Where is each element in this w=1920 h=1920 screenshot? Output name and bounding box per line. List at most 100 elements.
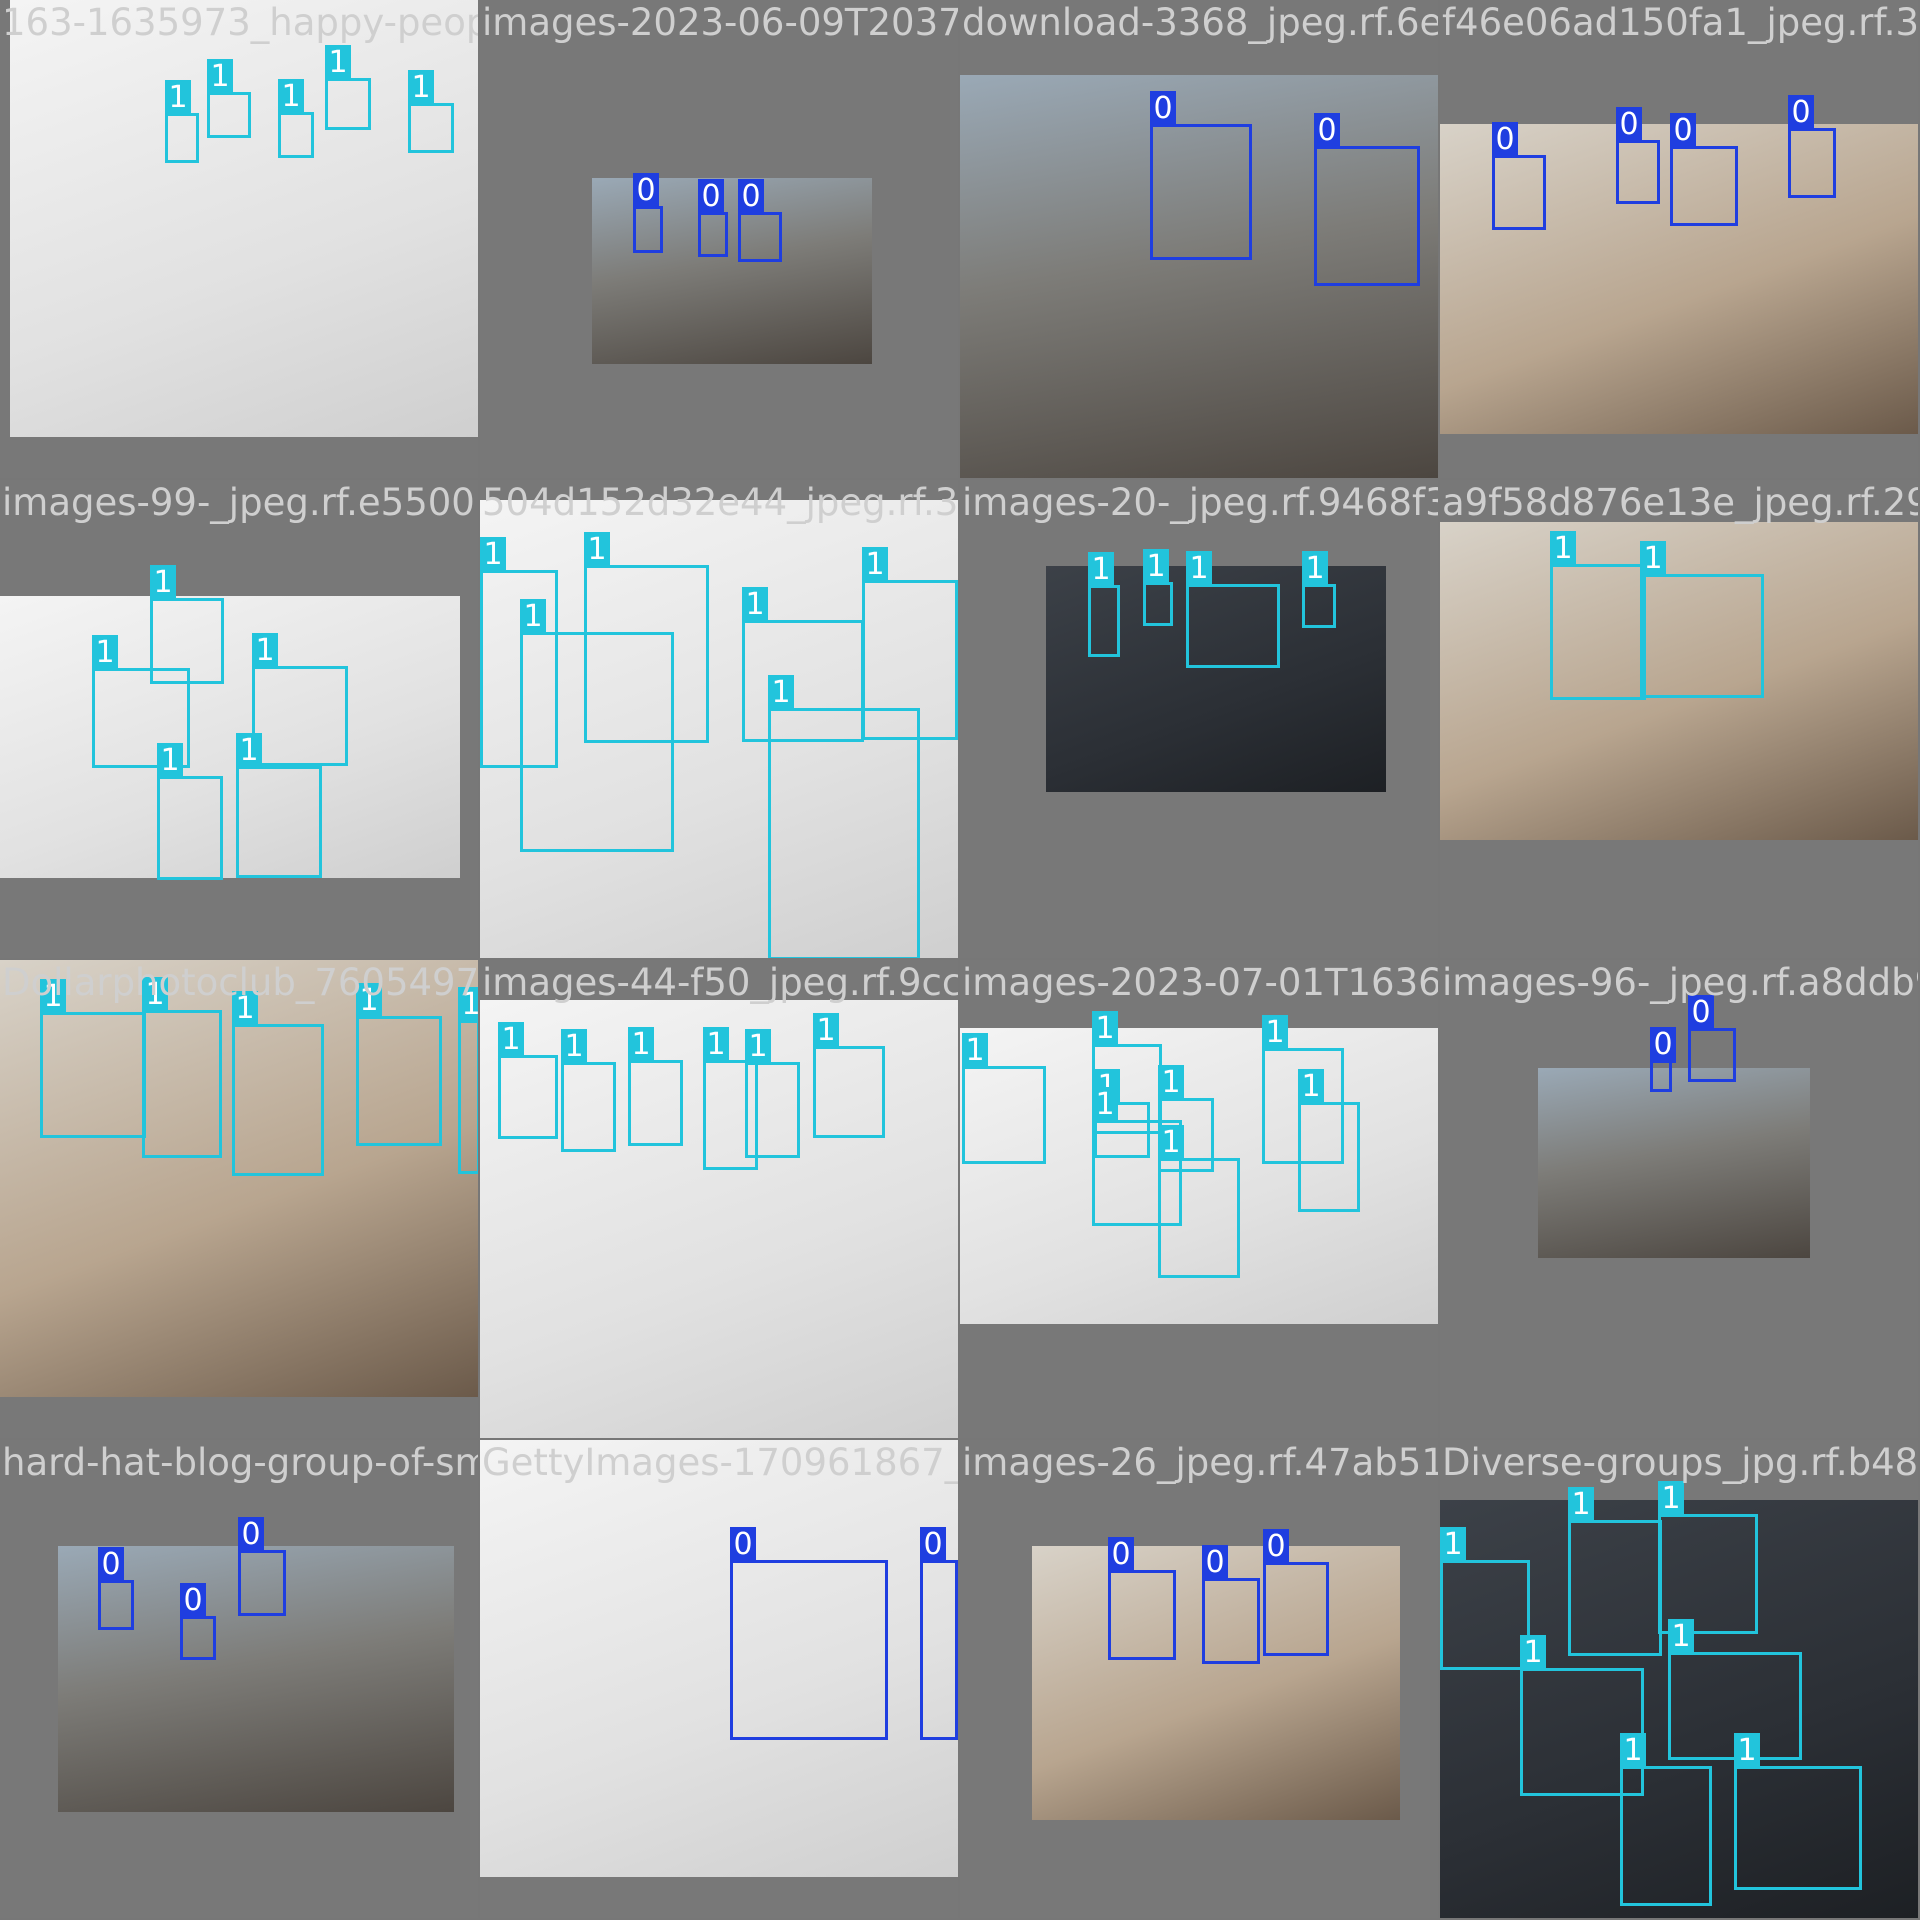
sample-tile[interactable]: a9f58d876e13e_jpeg.rf.2999c84 1 1 — [1440, 480, 1918, 958]
face-bounding-box: 1 — [1143, 549, 1173, 626]
class-label-tag: 1 — [165, 80, 191, 116]
detection-batch-grid: 163-1635973_happy-people-png-transparent… — [0, 0, 1920, 1920]
hardhat-bounding-box: 0 — [180, 1583, 216, 1660]
face-bounding-box: 1 — [1298, 1069, 1360, 1212]
class-label-tag: 1 — [1668, 1619, 1694, 1655]
face-bounding-box: 1 — [1734, 1733, 1862, 1890]
image-filename-caption: images-2023-07-01T163635-645_jpeg.rf.a8d… — [962, 961, 1438, 1004]
class-label-tag: 0 — [633, 173, 659, 209]
class-label-tag: 1 — [1520, 1635, 1546, 1671]
sample-tile[interactable]: f46e06ad150fa1_jpeg.rf.31bdb0000 — [1440, 0, 1918, 478]
image-filename-caption: download-3368_jpeg.rf.6e1b93f4e06ad150fa… — [962, 1, 1438, 44]
face-bounding-box: 1 — [207, 59, 251, 138]
face-bounding-box: 1 — [278, 79, 314, 158]
hardhat-bounding-box: 0 — [633, 173, 663, 253]
class-label-tag: 0 — [1492, 122, 1518, 158]
face-bounding-box: 1 — [325, 45, 371, 130]
image-filename-caption: f46e06ad150fa1_jpeg.rf.31bdb — [1442, 1, 1918, 44]
image-filename-caption: images-44-f50_jpeg.rf.9cc68a15fdb1e7023-… — [482, 961, 958, 1004]
class-label-tag: 1 — [1734, 1733, 1760, 1769]
face-bounding-box: 1 — [962, 1033, 1046, 1164]
class-label-tag: 1 — [745, 1029, 771, 1065]
class-label-tag: 1 — [157, 743, 183, 779]
class-label-tag: 1 — [584, 532, 610, 568]
image-filename-caption: images-96-_jpeg.rf.a8ddb96 — [1442, 961, 1918, 1004]
face-bounding-box: 1 — [745, 1029, 800, 1158]
face-bounding-box: 1 — [1088, 552, 1120, 657]
image-filename-caption: 163-1635973_happy-people-png-transparent — [2, 1, 478, 44]
hardhat-bounding-box: 0 — [1314, 113, 1420, 286]
class-label-tag: 1 — [1302, 551, 1328, 587]
image-filename-caption: images-20-_jpeg.rf.9468f3ac3a9f58d876e13… — [962, 481, 1438, 524]
hardhat-bounding-box: 0 — [1150, 91, 1252, 260]
face-bounding-box: 1 — [561, 1029, 616, 1152]
class-label-tag: 1 — [520, 599, 546, 635]
class-label-tag: 1 — [408, 70, 434, 106]
class-label-tag: 1 — [325, 45, 351, 81]
class-label-tag: 1 — [1158, 1125, 1184, 1161]
hardhat-bounding-box: 0 — [1202, 1545, 1260, 1664]
class-label-tag: 1 — [1620, 1733, 1646, 1769]
sample-tile[interactable]: images-2023-07-01T163635-645_jpeg.rf.a8d… — [960, 960, 1438, 1438]
class-label-tag: 1 — [150, 565, 176, 601]
class-label-tag: 1 — [1143, 549, 1169, 585]
face-bounding-box: 1 — [157, 743, 223, 880]
class-label-tag: 1 — [278, 79, 304, 115]
face-bounding-box: 1 — [252, 633, 348, 766]
sample-tile[interactable]: GettyImages-170961867_jpg.rf.03fb8126a91… — [480, 1440, 958, 1918]
face-bounding-box: 1 — [813, 1013, 885, 1138]
face-bounding-box: 1 — [628, 1027, 683, 1146]
hardhat-bounding-box: 0 — [238, 1517, 286, 1616]
class-label-tag: 0 — [920, 1527, 946, 1563]
class-label-tag: 1 — [1092, 1087, 1118, 1123]
sample-tile[interactable]: images-96-_jpeg.rf.a8ddb96 0 0 — [1440, 960, 1918, 1438]
image-filename-caption: Diverse-groups_jpg.rf.b48958a05 — [1442, 1441, 1918, 1484]
sample-tile[interactable]: images-20-_jpeg.rf.9468f3ac3a9f58d876e13… — [960, 480, 1438, 958]
hardhat-bounding-box: 0 — [1650, 1027, 1676, 1092]
sample-tile[interactable]: hard-hat-blog-group-of-smiling-builders 0… — [0, 1440, 478, 1918]
class-label-tag: 0 — [1202, 1545, 1228, 1581]
class-label-tag: 0 — [1650, 1027, 1676, 1063]
sample-tile[interactable]: 163-1635973_happy-people-png-transparent… — [0, 0, 478, 478]
face-bounding-box: 1 — [1550, 531, 1646, 700]
class-label-tag: 1 — [252, 633, 278, 669]
class-label-tag: 1 — [1262, 1015, 1288, 1051]
class-label-tag: 1 — [207, 59, 233, 95]
hardhat-bounding-box: 0 — [920, 1527, 958, 1740]
sample-tile[interactable]: Diverse-groups_jpg.rf.b48958a051111111 — [1440, 1440, 1918, 1918]
class-label-tag: 0 — [180, 1583, 206, 1619]
face-bounding-box: 1 — [165, 80, 199, 163]
image-filename-caption: Dollarphotoclub_76054977-1 — [2, 961, 478, 1004]
class-label-tag: 0 — [698, 179, 724, 215]
sample-tile[interactable]: images-2023-06-09T203736-545_jpeg.rf.6e1… — [480, 0, 958, 478]
class-label-tag: 1 — [862, 547, 888, 583]
face-bounding-box: 1 — [768, 675, 920, 958]
face-bounding-box: 1 — [1620, 1733, 1712, 1906]
face-bounding-box: 1 — [142, 977, 222, 1158]
sample-tile[interactable]: Dollarphotoclub_76054977-111111 — [0, 960, 478, 1438]
sample-photo — [10, 0, 478, 437]
hardhat-bounding-box: 0 — [98, 1547, 134, 1630]
class-label-tag: 1 — [1658, 1481, 1684, 1517]
class-label-tag: 1 — [742, 587, 768, 623]
class-label-tag: 1 — [92, 635, 118, 671]
class-label-tag: 1 — [1568, 1487, 1594, 1523]
sample-tile[interactable]: images-99-_jpeg.rf.e550014f04d152d32e44 1… — [0, 480, 478, 958]
class-label-tag: 1 — [480, 537, 506, 573]
image-filename-caption: images-99-_jpeg.rf.e550014f04d152d32e44 — [2, 481, 478, 524]
class-label-tag: 1 — [703, 1027, 729, 1063]
class-label-tag: 1 — [1640, 541, 1666, 577]
sample-photo — [1538, 1068, 1810, 1258]
face-bounding-box: 1 — [1186, 551, 1280, 668]
sample-tile[interactable]: 504d152d32e44_jpeg.rf.3b80b956143d60bc97… — [480, 480, 958, 958]
hardhat-bounding-box: 0 — [1616, 107, 1660, 204]
class-label-tag: 0 — [730, 1527, 756, 1563]
sample-tile[interactable]: images-44-f50_jpeg.rf.9cc68a15fdb1e7023-… — [480, 960, 958, 1438]
hardhat-bounding-box: 0 — [730, 1527, 888, 1740]
sample-tile[interactable]: images-26_jpeg.rf.47ab5186cdea92135e1a00… — [960, 1440, 1438, 1918]
class-label-tag: 1 — [1088, 552, 1114, 588]
sample-tile[interactable]: download-3368_jpeg.rf.6e1b93f4e06ad150fa… — [960, 0, 1438, 478]
image-filename-caption: 504d152d32e44_jpeg.rf.3b80b956143d60bc97… — [482, 481, 958, 524]
face-bounding-box: 1 — [356, 983, 442, 1146]
class-label-tag: 1 — [1298, 1069, 1324, 1105]
